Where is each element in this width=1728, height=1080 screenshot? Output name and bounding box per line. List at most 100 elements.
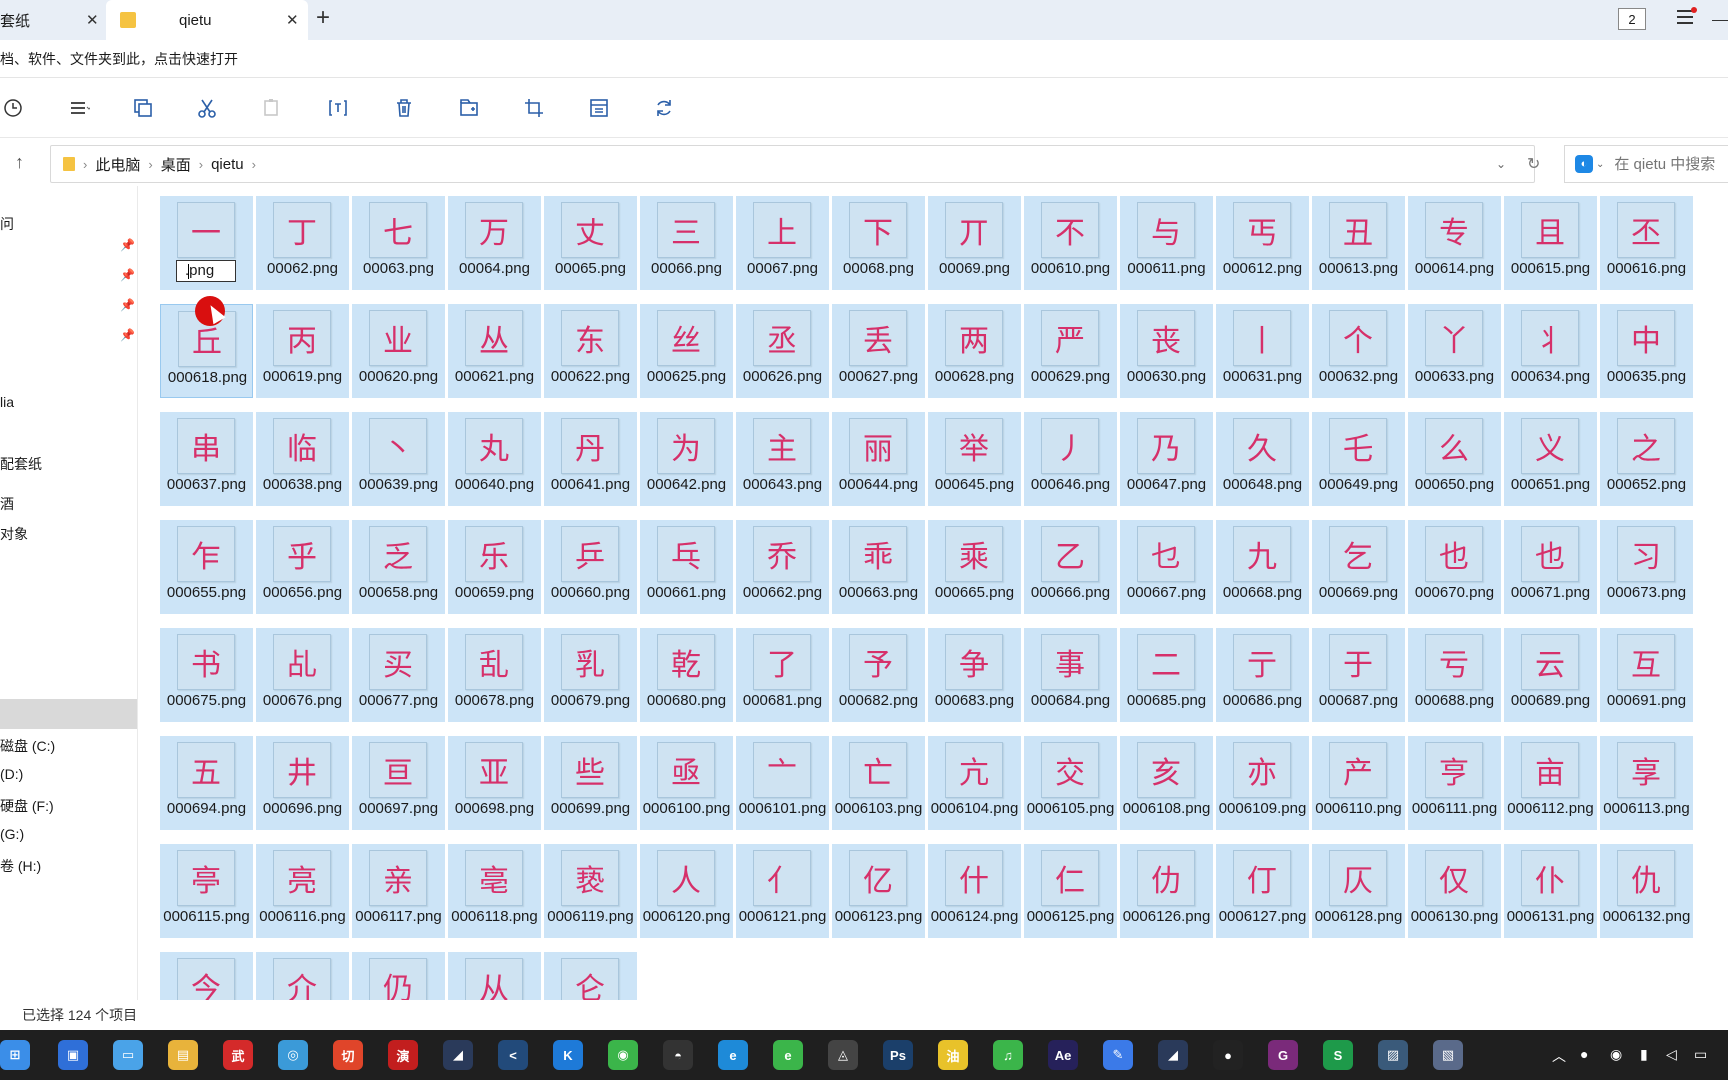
sidebar-item-taozhi[interactable]: 配套纸 <box>0 454 42 474</box>
file-item[interactable]: 人 0006120.png <box>640 844 733 938</box>
sidebar-item-drive-h[interactable]: 卷 (H:) <box>0 856 41 876</box>
file-item[interactable]: 书 000675.png <box>160 628 253 722</box>
app-qie-icon[interactable]: 切 <box>333 1040 363 1070</box>
file-item[interactable]: 个 000632.png <box>1312 304 1405 398</box>
file-item[interactable]: 乃 000647.png <box>1120 412 1213 506</box>
file-item[interactable]: 今 <box>160 952 253 1000</box>
file-item[interactable]: 万 00064.png <box>448 196 541 290</box>
chevron-down-icon[interactable]: ⌄ <box>1596 159 1604 170</box>
file-item[interactable]: 仇 0006132.png <box>1600 844 1693 938</box>
sidebar-item-drive-f[interactable]: 硬盘 (F:) <box>0 796 54 816</box>
sidebar-item-quick-access[interactable]: 问 <box>0 214 14 234</box>
file-item[interactable]: 丫 000633.png <box>1408 304 1501 398</box>
search-input[interactable] <box>1614 155 1725 173</box>
sidebar-item-jiu[interactable]: 酒 <box>0 494 14 514</box>
file-item[interactable]: 亩 0006112.png <box>1504 736 1597 830</box>
file-item[interactable]: 义 000651.png <box>1504 412 1597 506</box>
up-arrow-icon[interactable]: ↑ <box>15 152 24 173</box>
minimize-icon[interactable] <box>1712 20 1728 21</box>
file-item[interactable]: 乱 000678.png <box>448 628 541 722</box>
file-item[interactable]: 为 000642.png <box>640 412 733 506</box>
file-item[interactable]: 产 0006110.png <box>1312 736 1405 830</box>
file-item[interactable]: 乞 000669.png <box>1312 520 1405 614</box>
file-item[interactable]: 亘 000697.png <box>352 736 445 830</box>
file-item[interactable]: 乇 000649.png <box>1312 412 1405 506</box>
file-item[interactable]: 丹 000641.png <box>544 412 637 506</box>
file-item[interactable]: 仑 <box>544 952 637 1000</box>
file-item[interactable]: 亭 0006115.png <box>160 844 253 938</box>
photoshop-icon[interactable]: Ps <box>883 1040 913 1070</box>
app-pdf-icon[interactable]: G <box>1268 1040 1298 1070</box>
file-item[interactable]: 丽 000644.png <box>832 412 925 506</box>
file-item[interactable]: 亍 000686.png <box>1216 628 1309 722</box>
file-item[interactable]: 九 000668.png <box>1216 520 1309 614</box>
wechat-icon[interactable]: ◉ <box>608 1040 638 1070</box>
file-item[interactable]: 乏 000658.png <box>352 520 445 614</box>
copy-icon[interactable] <box>130 95 156 121</box>
app-ball-icon[interactable]: ◎ <box>278 1040 308 1070</box>
network-icon[interactable]: ▭ <box>1694 1046 1707 1063</box>
file-item[interactable]: 么 000650.png <box>1408 412 1501 506</box>
search-engine-icon[interactable]: ◐ <box>1575 155 1593 173</box>
file-item[interactable]: 乖 000663.png <box>832 520 925 614</box>
file-item[interactable]: 久 000648.png <box>1216 412 1309 506</box>
app-yan-icon[interactable]: 演 <box>388 1040 418 1070</box>
file-item[interactable]: 亏 000688.png <box>1408 628 1501 722</box>
file-item[interactable]: 亳 0006118.png <box>448 844 541 938</box>
chevron-up-icon[interactable]: ︿ <box>1552 1046 1566 1066</box>
breadcrumb-desktop[interactable]: 桌面 <box>161 154 191 175</box>
address-bar[interactable]: › 此电脑 › 桌面 › qietu › ⌄ ↻ <box>50 145 1540 183</box>
file-item[interactable]: 仁 0006125.png <box>1024 844 1117 938</box>
tab-taozhi[interactable]: 套纸 ✕ <box>0 0 106 40</box>
file-item[interactable]: 丧 000630.png <box>1120 304 1213 398</box>
file-item[interactable]: 亻 0006121.png <box>736 844 829 938</box>
file-item[interactable]: 什 0006124.png <box>928 844 1021 938</box>
file-item[interactable]: 些 000699.png <box>544 736 637 830</box>
explorer-icon[interactable]: ▭ <box>113 1040 143 1070</box>
chevron-right-icon[interactable]: › <box>148 157 152 172</box>
file-item[interactable]: 二 000685.png <box>1120 628 1213 722</box>
file-item[interactable]: 亚 000698.png <box>448 736 541 830</box>
sidebar-item-drive-d[interactable]: (D:) <box>0 766 23 782</box>
file-item[interactable]: 仃 0006127.png <box>1216 844 1309 938</box>
file-item[interactable]: 丐 000612.png <box>1216 196 1309 290</box>
file-item[interactable]: 乍 000655.png <box>160 520 253 614</box>
file-item[interactable]: 丈 00065.png <box>544 196 637 290</box>
rename-input[interactable]: .png <box>176 260 236 282</box>
pin-icon[interactable]: 📌 <box>120 268 135 282</box>
cut-icon[interactable] <box>194 95 220 121</box>
file-item[interactable]: 主 000643.png <box>736 412 829 506</box>
new-folder-icon[interactable] <box>456 95 482 121</box>
file-item[interactable]: 亦 0006109.png <box>1216 736 1309 830</box>
qq-icon[interactable]: ◓ <box>663 1040 693 1070</box>
file-item[interactable]: 乩 000676.png <box>256 628 349 722</box>
file-item[interactable]: 乐 000659.png <box>448 520 541 614</box>
file-item[interactable]: 丞 000626.png <box>736 304 829 398</box>
app-green-icon[interactable]: e <box>773 1040 803 1070</box>
chevron-right-icon[interactable]: › <box>83 157 87 172</box>
file-item[interactable]: 了 000681.png <box>736 628 829 722</box>
history-icon[interactable] <box>0 95 26 121</box>
file-item[interactable]: 亿 0006123.png <box>832 844 925 938</box>
file-item[interactable]: 仂 0006126.png <box>1120 844 1213 938</box>
file-item[interactable]: 临 000638.png <box>256 412 349 506</box>
file-item[interactable]: 亠 0006101.png <box>736 736 829 830</box>
file-item[interactable]: 串 000637.png <box>160 412 253 506</box>
sidebar-item-objects[interactable]: 对象 <box>0 524 28 544</box>
file-item[interactable]: 乔 000662.png <box>736 520 829 614</box>
file-item[interactable]: 不 000610.png <box>1024 196 1117 290</box>
window-count-badge[interactable]: 2 <box>1618 8 1646 30</box>
file-item[interactable]: 云 000689.png <box>1504 628 1597 722</box>
file-item[interactable]: 下 00068.png <box>832 196 925 290</box>
file-item[interactable]: 互 000691.png <box>1600 628 1693 722</box>
file-item[interactable]: 中 000635.png <box>1600 304 1693 398</box>
chevron-right-icon[interactable]: › <box>252 157 256 172</box>
file-item[interactable]: 亟 0006100.png <box>640 736 733 830</box>
file-item[interactable]: 东 000622.png <box>544 304 637 398</box>
app-last-icon[interactable]: ▧ <box>1433 1040 1463 1070</box>
file-item[interactable]: 丶 000639.png <box>352 412 445 506</box>
new-tab-button[interactable]: + <box>316 4 330 32</box>
file-item[interactable]: 一 .png <box>160 196 253 290</box>
app-dark-icon[interactable]: ◢ <box>443 1040 473 1070</box>
file-item[interactable]: 丙 000619.png <box>256 304 349 398</box>
